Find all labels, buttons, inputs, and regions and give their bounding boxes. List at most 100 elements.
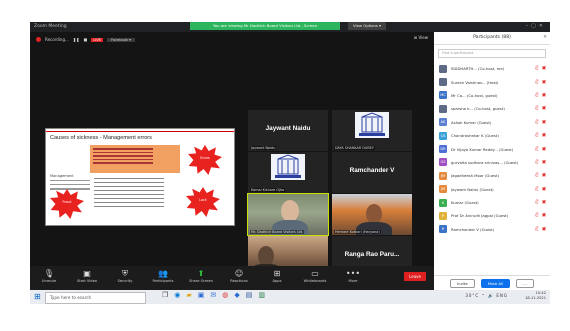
word-icon[interactable]: ▤: [246, 291, 253, 299]
taskbar-search-input[interactable]: Type here to search: [45, 292, 146, 304]
close-icon[interactable]: ✕: [543, 32, 547, 44]
participant-search-input[interactable]: Find a participant: [438, 49, 546, 58]
whiteboard-icon: ▭: [311, 269, 319, 278]
video-icon: ▣: [83, 269, 91, 278]
slide-left-heading: Management: [50, 174, 74, 178]
stop-icon[interactable]: ■: [84, 37, 88, 42]
avatar: AK: [439, 118, 447, 127]
video-tile[interactable]: Ramchander V: [332, 152, 412, 193]
participant-row[interactable]: R Ramchander V (Guest) 🎙̸ ▣̸: [434, 223, 550, 236]
excel-icon[interactable]: ▥: [258, 291, 265, 299]
participant-name: Jaywant Naidu (Guest): [451, 186, 494, 192]
participant-name: Kumar (Guest): [451, 200, 479, 206]
organization-logo: [355, 112, 389, 138]
task-view-icon[interactable]: ❐: [162, 291, 168, 299]
avatar: CK: [439, 131, 447, 140]
share-screen-button[interactable]: ⬆ Share Screen: [182, 266, 220, 283]
participant-row[interactable]: Suresh Vaishnav... (Host) 🎙̸ ▣̸: [434, 75, 550, 88]
participant-name: Ranga Rao Paru...: [344, 251, 400, 258]
clock[interactable]: 10:42 18-11-2021: [525, 291, 546, 301]
participant-row[interactable]: SIDDHARTH... (Co-host, me) 🎙̸ ▣̸: [434, 62, 550, 75]
slide-orange-box: [90, 145, 180, 173]
tile-caption: Hemant Kothari (Haryana): [334, 230, 381, 234]
participant-name: SIDDHARTH... (Co-host, me): [451, 66, 505, 72]
participant-name: Prof Dr Anirudh Jagpal (Guest): [451, 213, 509, 219]
live-platform-dropdown[interactable]: Facebook ▾: [107, 37, 135, 42]
zoom-icon[interactable]: ◆: [234, 291, 239, 299]
apps-icon: ⊞: [273, 269, 281, 278]
tile-caption: Jaywant Naidu: [250, 146, 277, 150]
reactions-button[interactable]: ☺ Reactions: [220, 266, 258, 283]
video-tile-active-speaker[interactable]: Mr. Dadhich Board Visitors Ltd.: [247, 193, 329, 236]
slide-title: Causes of sickness - Management errors: [50, 135, 152, 141]
participants-footer: Invite Mute All …: [434, 275, 550, 290]
participant-row[interactable]: MC Mr Ca... (Co-host, guest) 🎙̸ ▣̸: [434, 89, 550, 102]
view-button[interactable]: ⊞ View: [414, 35, 428, 40]
participant-video: [366, 204, 382, 224]
participants-title: Participants (88): [473, 35, 511, 40]
view-options-button[interactable]: View Options ▾: [348, 22, 386, 30]
participants-header: Participants (88) ✕: [434, 32, 550, 45]
participant-name: Ramchander V: [349, 167, 395, 174]
leave-button[interactable]: Leave: [404, 272, 426, 281]
participant-name: gurvaita sudhara srinivas... (Guest): [451, 159, 519, 165]
participant-row[interactable]: DR Dr Vijaya Kumar Reddy... (Guest) 🎙̸ ▣̸: [434, 142, 550, 155]
meeting-toolbar: 🎙 Unmute ▣ Start Video ⛨ Security 👥 Particip…: [30, 266, 434, 290]
window-controls[interactable]: –▢✕: [526, 23, 546, 29]
muted-mic-icon: 🎙̸ ▣̸: [535, 119, 547, 125]
participant-name: sparsha k... (Co-host, guest): [451, 106, 505, 112]
participant-name: Dr Vijaya Kumar Reddy... (Guest): [451, 146, 514, 152]
participant-row[interactable]: P Prof Dr Anirudh Jagpal (Guest) 🎙̸ ▣̸: [434, 209, 550, 222]
participant-row[interactable]: AK Ashok Kumar (Guest) 🎙̸ ▣̸: [434, 116, 550, 129]
participant-name: Jaywant Naidu: [265, 125, 311, 132]
whiteboards-button[interactable]: ▭ Whiteboards: [296, 266, 334, 283]
participant-row[interactable]: JM Jagadheesh Moor (Guest) 🎙̸ ▣̸: [434, 169, 550, 182]
folder-icon[interactable]: ▰: [186, 291, 191, 299]
participant-row[interactable]: JM Jaywant Naidu (Guest) 🎙̸ ▣̸: [434, 183, 550, 196]
participant-list: SIDDHARTH... (Co-host, me) 🎙̸ ▣̸ Suresh Va…: [434, 62, 550, 236]
edge-icon[interactable]: ◉: [174, 291, 180, 299]
avatar: GS: [439, 158, 447, 167]
video-tile[interactable]: Jaywant Naidu Jaywant Naidu: [248, 110, 328, 151]
store-icon[interactable]: ▣: [198, 291, 205, 299]
muted-mic-icon: 🎙̸ ▣̸: [535, 213, 547, 219]
windows-start-icon[interactable]: ⊞: [34, 292, 41, 301]
shield-icon: ⛨: [122, 269, 128, 278]
slide-burst-shape: Errors: [188, 145, 222, 175]
participant-name: Jagadheesh Moor (Guest): [451, 173, 500, 179]
participant-row[interactable]: sparsha k... (Co-host, guest) 🎙̸ ▣̸: [434, 102, 550, 115]
video-tile[interactable]: DAYA SHANKAR DUBEY: [332, 110, 412, 151]
more-options-button[interactable]: …: [516, 278, 534, 288]
avatar: MC: [439, 91, 447, 100]
muted-mic-icon: 🎙̸ ▣̸: [535, 133, 547, 139]
participant-video: [258, 246, 274, 266]
tile-caption: Mr. Dadhich Board Visitors Ltd.: [250, 230, 305, 234]
mute-all-button[interactable]: Mute All: [480, 278, 511, 288]
windows-taskbar: ⊞ Type here to search ❐ ◉ ▰ ▣ ✉ ◍ ◆ ▤ ▥ …: [30, 290, 550, 304]
mail-icon[interactable]: ✉: [210, 291, 216, 299]
invite-button[interactable]: Invite: [450, 278, 475, 288]
muted-mic-icon: 🎙̸ ▣̸: [535, 226, 547, 232]
system-tray-icons[interactable]: 30°C ⌃ 🔊 ENG: [465, 293, 508, 298]
video-tile[interactable]: Kamal Kishore Ojha: [248, 152, 328, 193]
participants-button[interactable]: 👥 Participants: [144, 266, 182, 283]
participant-row[interactable]: GS gurvaita sudhara srinivas... (Guest) 🎙̸…: [434, 156, 550, 169]
chrome-icon[interactable]: ◍: [222, 291, 228, 299]
slide-burst-shape: Fraud: [50, 189, 84, 219]
apps-button[interactable]: ⊞ Apps: [258, 266, 296, 283]
slide-accent-line: [46, 131, 234, 132]
zoom-title-bar: Zoom Meeting You are viewing Mr Dadhich …: [30, 22, 550, 32]
record-dot-icon: [36, 37, 41, 42]
slide-body-text: [94, 178, 164, 210]
more-button[interactable]: ••• More: [334, 266, 372, 283]
participant-row[interactable]: CK Chandrashekar K (Guest) 🎙̸ ▣̸: [434, 129, 550, 142]
pause-icon[interactable]: ❚❚: [73, 37, 80, 42]
share-icon: ⬆: [197, 269, 205, 278]
security-button[interactable]: ⛨ Security: [106, 266, 144, 283]
start-video-button[interactable]: ▣ Start Video: [68, 266, 106, 283]
reactions-icon: ☺: [234, 269, 244, 278]
video-area: Recording... ❚❚ ■ LIVE Facebook ▾ ⊞ View…: [30, 32, 434, 277]
participant-row[interactable]: K Kumar (Guest) 🎙̸ ▣̸: [434, 196, 550, 209]
unmute-button[interactable]: 🎙 Unmute: [30, 266, 68, 283]
video-tile[interactable]: Hemant Kothari (Haryana): [332, 194, 412, 235]
